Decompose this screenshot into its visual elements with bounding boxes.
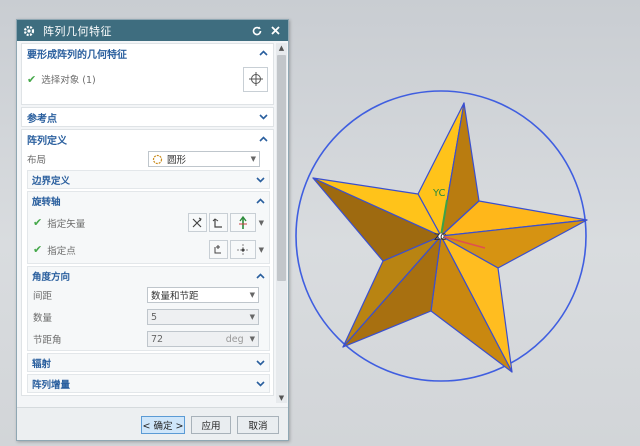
subsection-rotation-header[interactable]: 旋转轴 — [28, 192, 269, 209]
dialog-body: 要形成阵列的几何特征 ✔ 选择对象 (1) 参考点 阵列定义 布局 圆形 ▼ 边… — [17, 41, 289, 408]
zc-origin-label: ZC — [434, 233, 446, 243]
dialog-scrollbar[interactable]: ▲ ▼ — [276, 43, 287, 403]
spacing-label: 间距 — [33, 291, 53, 302]
section-definition-title: 阵列定义 — [27, 135, 67, 147]
chevron-up-icon[interactable] — [258, 134, 268, 144]
increment-title: 阵列增量 — [32, 379, 71, 391]
chevron-down-icon[interactable] — [255, 379, 265, 389]
angle-direction-title: 角度方向 — [32, 271, 71, 283]
check-icon: ✔ — [33, 216, 43, 229]
pitch-unit[interactable]: deg — [226, 334, 244, 345]
subsection-increment-header[interactable]: 阵列增量 — [28, 375, 269, 392]
gear-icon[interactable] — [23, 25, 35, 37]
chevron-down-icon[interactable] — [255, 358, 265, 368]
select-object-label[interactable]: 选择对象 (1) — [41, 72, 95, 86]
subsection-radiation: 辐射 — [27, 353, 270, 372]
vector-type-icon[interactable] — [229, 213, 256, 232]
section-definition-header[interactable]: 阵列定义 — [22, 130, 273, 148]
reset-icon[interactable] — [250, 24, 264, 38]
subsection-angle-direction: 角度方向 间距 数量和节距 ▼ 数量 5 ▼ 节距角 72 deg ▼ — [27, 266, 270, 351]
apply-button[interactable]: 应用 — [191, 416, 231, 434]
subsection-angle-header[interactable]: 角度方向 — [28, 267, 269, 284]
dropdown-arrow-icon: ▼ — [250, 155, 256, 163]
spacing-dropdown[interactable]: 数量和节距 ▼ — [147, 287, 259, 303]
crosshair-icon[interactable] — [243, 66, 268, 92]
subsection-rotation-axis: 旋转轴 ✔ 指定矢量 ▼ ✔ 指定点 ▼ — [27, 191, 270, 264]
pitch-value: 72 — [151, 333, 164, 345]
dropdown-arrow-icon[interactable]: ▼ — [259, 246, 264, 254]
section-definition: 阵列定义 布局 圆形 ▼ 边界定义 旋转轴 ✔ 指定矢量 ▼ ✔ 指定点 ▼ 角… — [21, 129, 274, 396]
layout-value: 圆形 — [167, 155, 187, 166]
check-icon: ✔ — [27, 72, 37, 86]
pitch-label: 节距角 — [33, 335, 62, 346]
scroll-thumb[interactable] — [277, 55, 286, 281]
subsection-increment: 阵列增量 — [27, 374, 270, 393]
dropdown-arrow-icon: ▼ — [249, 291, 255, 299]
dialog-titlebar[interactable]: 阵列几何特征 — [17, 20, 288, 41]
vector-constructor-icon[interactable] — [208, 213, 228, 232]
subsection-radiation-header[interactable]: 辐射 — [28, 354, 269, 371]
pitch-row: 节距角 72 deg ▼ — [28, 328, 269, 350]
dropdown-arrow-icon: ▼ — [249, 313, 255, 321]
dropdown-arrow-icon[interactable]: ▼ — [259, 219, 264, 227]
radiation-title: 辐射 — [32, 358, 52, 370]
count-value: 5 — [151, 311, 158, 323]
subsection-boundary-header[interactable]: 边界定义 — [28, 171, 269, 188]
dialog-content: 要形成阵列的几何特征 ✔ 选择对象 (1) 参考点 阵列定义 布局 圆形 ▼ 边… — [21, 43, 274, 398]
chevron-up-icon[interactable] — [255, 271, 265, 281]
point-constructor-icon[interactable] — [208, 240, 228, 259]
section-reference-title: 参考点 — [27, 113, 57, 125]
circular-layout-icon — [152, 154, 163, 164]
star-body[interactable] — [312, 102, 588, 373]
spacing-value: 数量和节距 — [151, 291, 199, 302]
section-geometry-title: 要形成阵列的几何特征 — [27, 49, 127, 61]
section-reference: 参考点 — [21, 107, 274, 127]
rotation-axis-title: 旋转轴 — [32, 196, 61, 208]
section-geometry-header[interactable]: 要形成阵列的几何特征 — [22, 44, 273, 62]
ok-button[interactable]: < 确定 > — [141, 416, 185, 434]
vector-label[interactable]: 指定矢量 — [47, 216, 85, 230]
point-type-icon[interactable] — [229, 240, 256, 259]
vector-row: ✔ 指定矢量 ▼ — [28, 209, 269, 236]
pattern-geometry-dialog: 阵列几何特征 要形成阵列的几何特征 ✔ 选择对象 (1) 参考点 阵列定义 布局… — [16, 19, 289, 441]
chevron-down-icon[interactable] — [255, 175, 265, 185]
layout-label: 布局 — [27, 155, 47, 166]
chevron-down-icon[interactable] — [258, 112, 268, 122]
dropdown-arrow-icon: ▼ — [249, 335, 255, 343]
dialog-footer: < 确定 > 应用 取消 — [17, 407, 288, 440]
point-label[interactable]: 指定点 — [47, 243, 76, 257]
close-icon[interactable] — [268, 24, 282, 38]
scroll-up-icon[interactable]: ▲ — [276, 43, 287, 53]
section-reference-header[interactable]: 参考点 — [22, 108, 273, 126]
chevron-up-icon[interactable] — [258, 48, 268, 58]
count-input[interactable]: 5 ▼ — [147, 309, 259, 325]
count-row: 数量 5 ▼ — [28, 306, 269, 328]
chevron-up-icon[interactable] — [255, 196, 265, 206]
yc-axis-label: YC — [432, 188, 446, 199]
reverse-direction-icon[interactable] — [187, 213, 207, 232]
section-geometry: 要形成阵列的几何特征 ✔ 选择对象 (1) — [21, 43, 274, 105]
cancel-button[interactable]: 取消 — [237, 416, 279, 434]
subsection-boundary: 边界定义 — [27, 170, 270, 189]
scroll-down-icon[interactable]: ▼ — [276, 393, 287, 403]
point-row: ✔ 指定点 ▼ — [28, 236, 269, 263]
boundary-title: 边界定义 — [32, 175, 71, 187]
spacing-row: 间距 数量和节距 ▼ — [28, 284, 269, 306]
layout-dropdown[interactable]: 圆形 ▼ — [148, 151, 260, 167]
dialog-title: 阵列几何特征 — [43, 24, 112, 38]
layout-row: 布局 圆形 ▼ — [22, 148, 273, 170]
count-label: 数量 — [33, 313, 53, 324]
check-icon: ✔ — [33, 243, 43, 256]
pitch-input[interactable]: 72 deg ▼ — [147, 331, 259, 347]
